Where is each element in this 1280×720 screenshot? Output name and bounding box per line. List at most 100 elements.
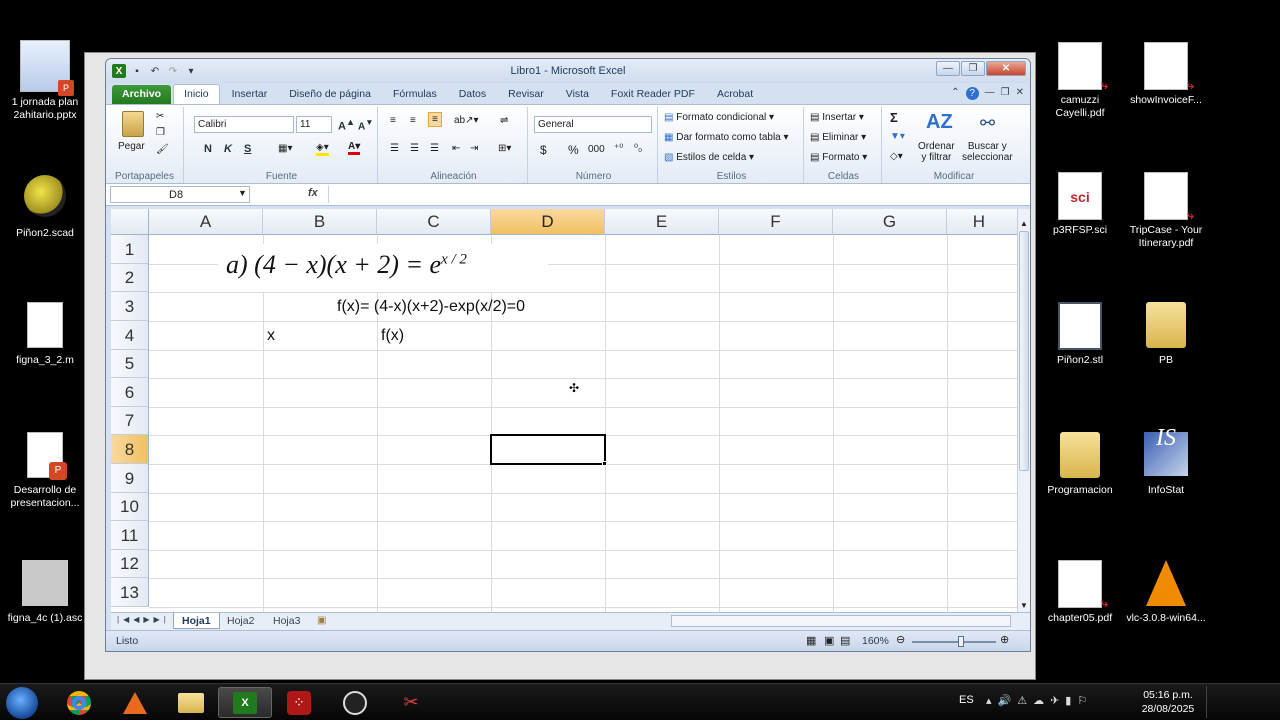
namebox-dropdown-icon[interactable]: ▼	[238, 188, 247, 198]
taskbar-app-dots[interactable]: ⁘	[272, 687, 326, 718]
row-header[interactable]: 7	[111, 407, 149, 435]
column-header-h[interactable]: H	[947, 209, 1017, 235]
column-header-e[interactable]: E	[605, 209, 719, 235]
font-size-select[interactable]: 11	[296, 116, 332, 133]
workbook-minimize-icon[interactable]: —	[985, 87, 995, 100]
column-header-b[interactable]: B	[263, 209, 377, 235]
taskbar-snipping[interactable]: ✂	[384, 687, 438, 718]
zoom-in-icon[interactable]: ⊕	[1000, 633, 1009, 646]
desktop-icon-pb-folder[interactable]: PB	[1121, 302, 1211, 367]
row-header[interactable]: 12	[111, 550, 149, 578]
desktop-icon-programacion[interactable]: Programacion	[1035, 432, 1125, 497]
save-icon[interactable]: ▪	[130, 64, 144, 78]
orientation-icon[interactable]: ab↗▾	[454, 115, 479, 126]
align-center-icon[interactable]: ☰	[410, 143, 419, 154]
zoom-slider-thumb[interactable]	[958, 636, 964, 647]
sort-filter-button[interactable]: Ordenar y filtrar	[918, 141, 955, 163]
borders-icon[interactable]: ▦▾	[278, 143, 292, 154]
taskbar-explorer[interactable]	[164, 687, 218, 718]
maximize-button[interactable]: ❐	[961, 61, 985, 76]
row-header[interactable]: 5	[111, 350, 149, 378]
desktop-icon-vlc[interactable]: vlc-3.0.8-win64...	[1121, 560, 1211, 625]
font-color-icon[interactable]: A▾	[348, 141, 361, 155]
taskbar-chrome[interactable]	[52, 687, 106, 718]
column-header-c[interactable]: C	[377, 209, 491, 235]
undo-icon[interactable]: ↶	[148, 64, 162, 78]
insert-function-icon[interactable]: fx	[308, 187, 318, 199]
taskbar-excel[interactable]: X	[218, 687, 272, 718]
clock-time[interactable]: 05:16 p.m.	[1138, 689, 1198, 701]
cell-b4[interactable]: x	[267, 327, 275, 345]
tab-formulas[interactable]: Fórmulas	[383, 85, 447, 104]
tab-vista[interactable]: Vista	[556, 85, 599, 104]
horizontal-scrollbar[interactable]	[671, 615, 1011, 627]
tab-diseno-pagina[interactable]: Diseño de página	[279, 85, 381, 104]
desktop-icon-figna-4c[interactable]: figna_4c (1).asc	[0, 560, 90, 625]
paste-icon[interactable]	[122, 111, 144, 137]
desktop-icon-pinon2-scad[interactable]: Piñon2.scad	[0, 172, 90, 240]
row-header[interactable]: 10	[111, 493, 149, 521]
fill-handle[interactable]	[602, 461, 607, 466]
merge-center-icon[interactable]: ⊞▾	[498, 143, 511, 154]
new-sheet-icon[interactable]: ▣	[317, 615, 326, 626]
currency-button[interactable]: $	[540, 143, 547, 157]
insert-cells-button[interactable]: ▤ Insertar ▾	[810, 112, 864, 123]
minimize-button[interactable]: —	[936, 61, 960, 76]
find-select-button[interactable]: Buscar y seleccionar	[962, 141, 1013, 163]
collapse-ribbon-icon[interactable]: ⌃	[951, 87, 959, 100]
bold-button[interactable]: N	[204, 143, 212, 155]
excel-logo-icon[interactable]: X	[112, 64, 126, 78]
increase-indent-icon[interactable]: ⇥	[470, 143, 478, 154]
workbook-close-icon[interactable]: ✕	[1016, 87, 1024, 100]
tray-icons[interactable]: ▴🔊⚠☁✈▮⚐	[986, 694, 1093, 707]
column-header-d[interactable]: D	[491, 209, 605, 235]
row-header[interactable]: 4	[111, 321, 149, 350]
clock-date[interactable]: 28/08/2025	[1138, 703, 1198, 715]
wrap-text-icon[interactable]: ⇌	[500, 115, 508, 126]
desktop-icon-tripcase[interactable]: ⤷ TripCase - Your Itinerary.pdf	[1121, 172, 1211, 250]
align-right-icon[interactable]: ☰	[430, 143, 439, 154]
select-all-corner[interactable]	[111, 209, 149, 235]
taskbar-matlab[interactable]	[108, 687, 162, 718]
equation-image[interactable]: a) (4 − x)(x + 2) = ex / 2	[218, 244, 548, 292]
show-desktop-button[interactable]	[1206, 686, 1216, 718]
cell-b3[interactable]: f(x)= (4-x)(x+2)-exp(x/2)=0	[337, 298, 525, 316]
align-top-icon[interactable]: ≡	[390, 115, 396, 126]
scroll-up-icon[interactable]: ▲	[1020, 219, 1028, 228]
decrease-indent-icon[interactable]: ⇤	[452, 143, 460, 154]
column-header-a[interactable]: A	[149, 209, 263, 235]
selected-cell-d8[interactable]	[490, 434, 606, 465]
normal-view-icon[interactable]: ▦	[806, 634, 816, 647]
desktop-icon-showinvoice[interactable]: ⤷ showInvoiceF...	[1121, 42, 1211, 107]
conditional-format-button[interactable]: ▤ Formato condicional ▾	[664, 112, 774, 123]
shrink-font-icon[interactable]: A▼	[358, 117, 373, 132]
copy-icon[interactable]: ❐	[156, 127, 165, 138]
row-header[interactable]: 6	[111, 378, 149, 407]
desktop-icon-p3rfsp[interactable]: sci p3RFSP.sci	[1035, 172, 1125, 237]
desktop-icon-camuzzi[interactable]: ⤷ camuzzi Cayelli.pdf	[1035, 42, 1125, 120]
row-header[interactable]: 13	[111, 578, 149, 607]
cut-icon[interactable]: ✂	[156, 111, 164, 122]
qat-customize-icon[interactable]: ▾	[184, 64, 198, 78]
italic-button[interactable]: K	[224, 143, 232, 155]
row-header[interactable]: 8	[111, 435, 149, 464]
desktop-icon-pinon2-stl[interactable]: Piñon2.stl	[1035, 302, 1125, 367]
sheet-nav-icons[interactable]: |◀◀▶▶|	[117, 615, 170, 624]
language-indicator[interactable]: ES	[959, 694, 974, 706]
taskbar-obs[interactable]	[328, 687, 382, 718]
scroll-down-icon[interactable]: ▼	[1020, 601, 1028, 610]
desktop-icon-infostat[interactable]: IS InfoStat	[1121, 426, 1211, 497]
desktop-icon-desarrollo[interactable]: P Desarrollo de presentacion...	[0, 432, 90, 510]
row-header[interactable]: 1	[111, 235, 149, 264]
sheet-tab-hoja3[interactable]: Hoja3	[265, 613, 308, 629]
desktop-icon-chapter05[interactable]: ⤷ chapter05.pdf	[1035, 560, 1125, 625]
tab-foxit[interactable]: Foxit Reader PDF	[601, 85, 705, 104]
fill-icon[interactable]: ▼▾	[890, 131, 905, 142]
page-break-view-icon[interactable]: ▤	[840, 634, 850, 647]
redo-icon[interactable]: ↷	[166, 64, 180, 78]
fill-color-icon[interactable]: ◈▾	[316, 142, 329, 156]
format-as-table-button[interactable]: ▦ Dar formato como tabla ▾	[664, 132, 789, 143]
formula-input[interactable]	[328, 186, 1014, 203]
scroll-thumb[interactable]	[1019, 231, 1029, 471]
worksheet-grid[interactable]: A B C D E F G H 1 2 3 4 5 6 7 8 9 10 11 …	[111, 209, 1017, 612]
